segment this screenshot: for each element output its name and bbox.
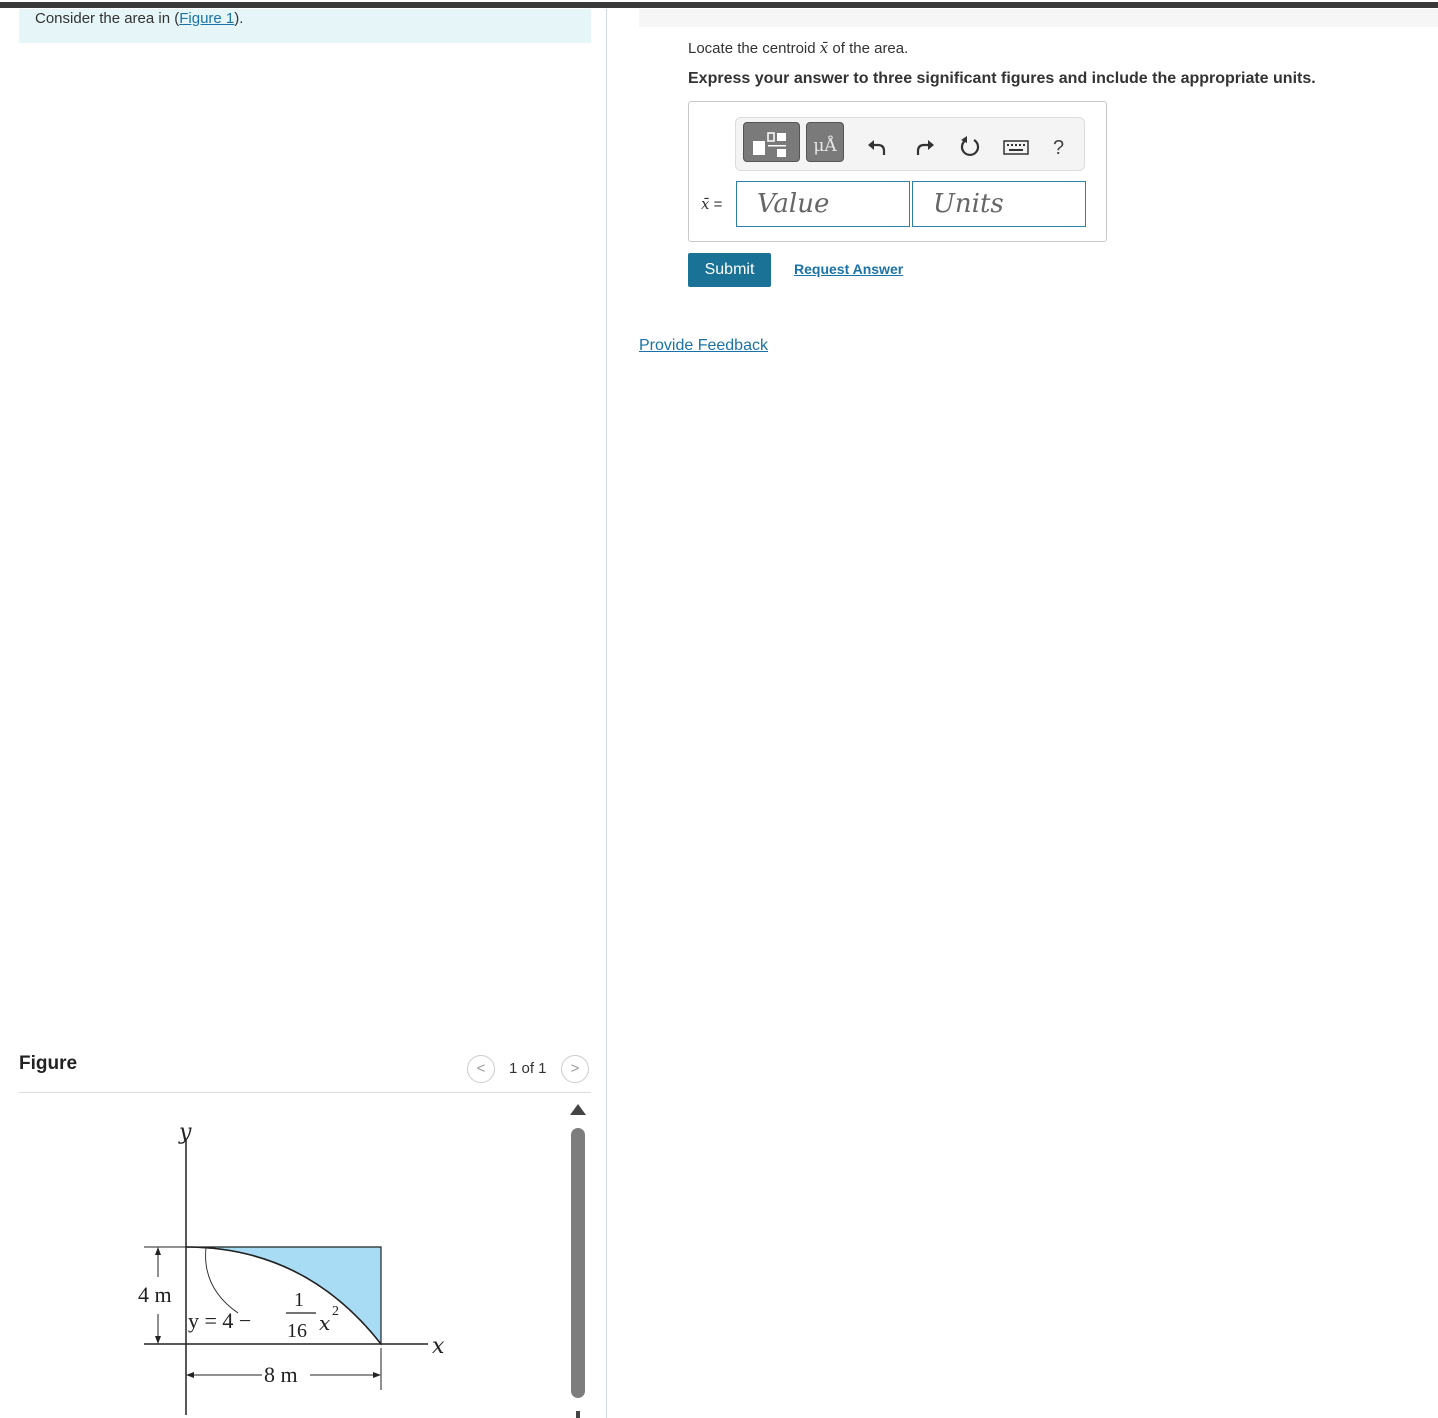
reset-icon[interactable] [958,135,982,159]
value-input[interactable] [736,181,910,227]
templates-button[interactable] [743,122,800,162]
keyboard-icon[interactable] [1003,135,1029,159]
figure-prev-button[interactable]: < [467,1055,495,1083]
y-axis-label: y [178,1120,192,1145]
templates-icon [753,132,786,157]
figure-next-button[interactable]: > [561,1055,589,1083]
instruction-text: Express your answer to three significant… [688,70,1316,87]
equation-prefix: y = 4 − [188,1308,251,1333]
x-axis-label: x [432,1334,445,1359]
equation-x: x [319,1311,330,1335]
scroll-down-arrow-icon[interactable] [576,1411,580,1418]
undo-icon[interactable] [865,135,889,159]
equation-exponent: 2 [332,1304,339,1319]
redo-icon[interactable] [913,135,937,159]
figure-counter: 1 of 1 [509,1060,547,1077]
figure-divider [19,1092,591,1093]
top-bar [0,0,1438,9]
units-button[interactable]: μÅ [806,122,844,162]
scrollbar-thumb[interactable] [571,1128,585,1398]
units-icon: μÅ [813,136,837,156]
height-label: 4 m [138,1282,172,1307]
request-answer-link[interactable]: Request Answer [794,261,903,277]
intro-text: Consider the area in (Figure 1). [35,10,244,27]
width-label: 8 m [264,1362,298,1387]
answer-label: x̄ = [701,195,723,213]
header-strip [639,9,1438,27]
equation-fraction-numerator: 1 [294,1289,304,1311]
provide-feedback-link[interactable]: Provide Feedback [639,337,768,355]
submit-button[interactable]: Submit [688,253,771,287]
figure-title: Figure [19,1053,78,1074]
units-input[interactable] [912,181,1086,227]
question-text: Locate the centroid x̄ of the area. [688,39,909,57]
pane-divider[interactable] [606,9,607,1418]
help-icon[interactable]: ? [1053,137,1064,160]
figure-image: y x 4 m 8 m y = 4 − 1 16 x 2 [138,1120,445,1415]
equation-fraction-denominator: 16 [287,1320,307,1342]
figure-link[interactable]: Figure 1 [179,10,234,27]
intro-box: Consider the area in (Figure 1). [19,9,591,43]
scroll-up-arrow-icon[interactable] [570,1104,586,1115]
